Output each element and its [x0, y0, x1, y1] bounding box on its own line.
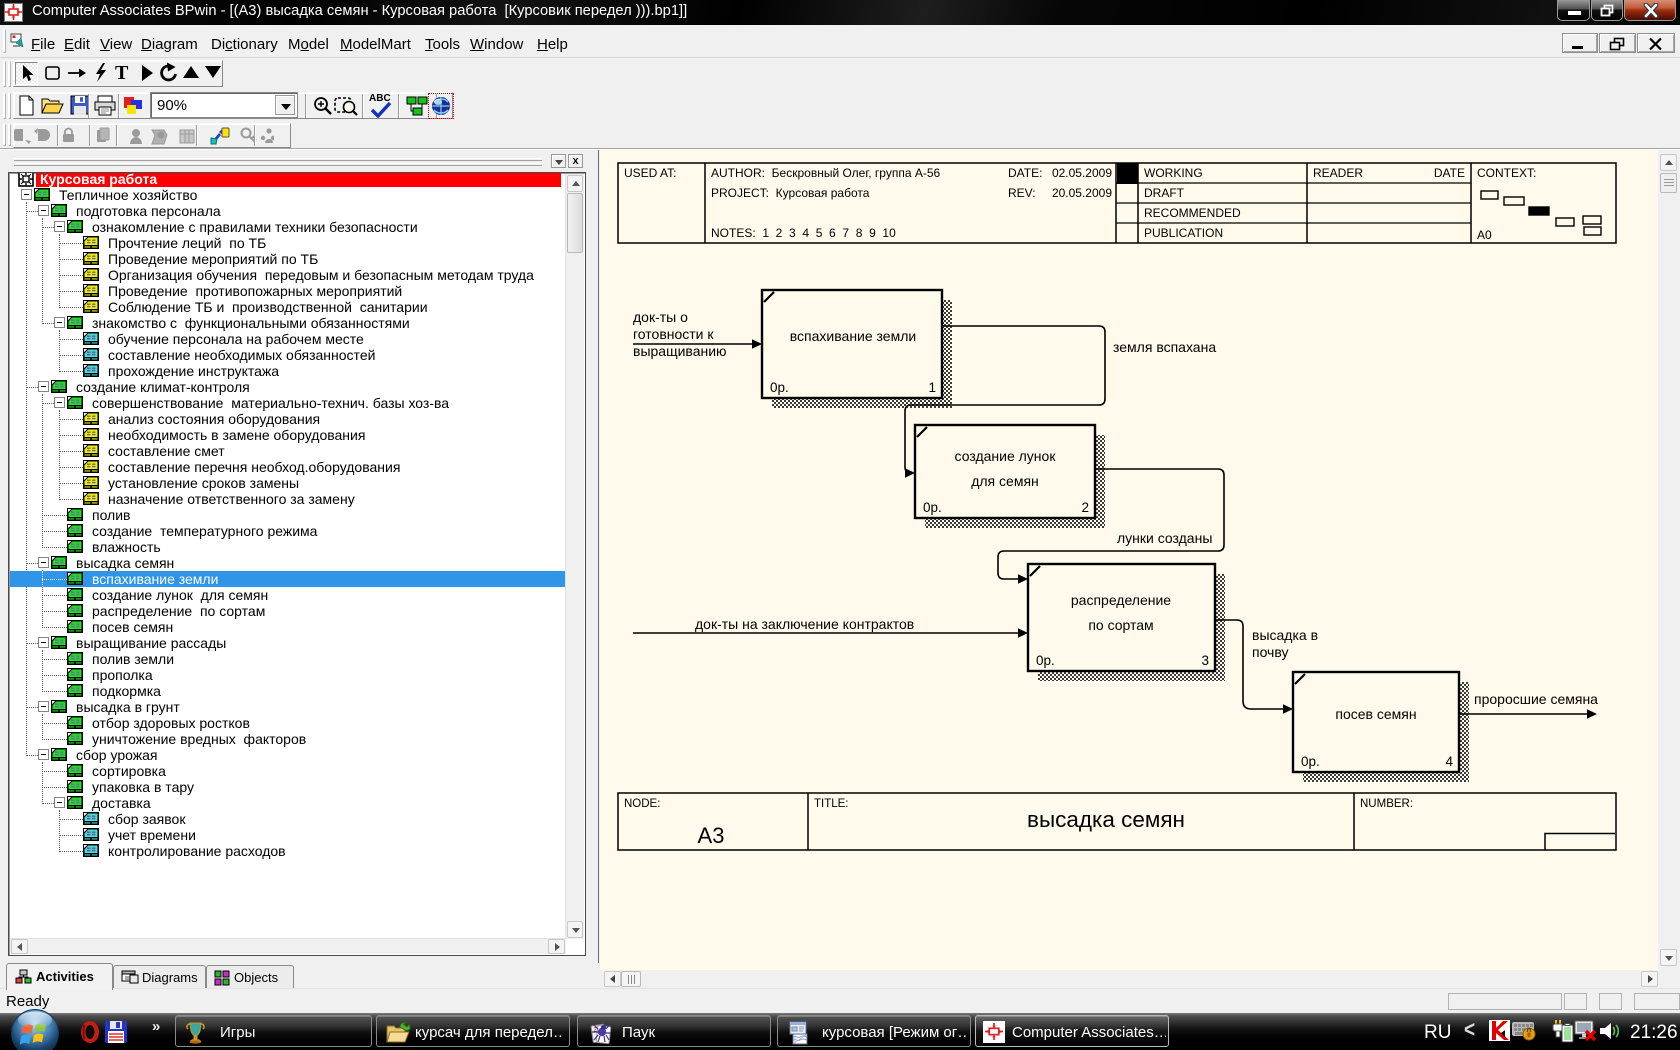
svg-text:DRAFT: DRAFT [1144, 186, 1185, 200]
svg-text:A0: A0 [1477, 228, 1492, 242]
svg-text:DATE: DATE [1434, 166, 1465, 180]
svg-text:почву: почву [1252, 644, 1288, 660]
svg-text:земля вспахана: земля вспахана [1113, 339, 1216, 355]
svg-text:выращиванию: выращиванию [633, 343, 727, 359]
svg-text:PROJECT: Курсовая работа: PROJECT: Курсовая работа [711, 186, 870, 200]
svg-text:CONTEXT:: CONTEXT: [1477, 166, 1536, 180]
svg-text:распределение: распределение [1071, 592, 1171, 608]
svg-text:NOTES: 1 2 3 4 5 6 7 8: NOTES: 1 2 3 4 5 6 7 8 9 10 [711, 226, 896, 240]
svg-text:RECOMMENDED: RECOMMENDED [1144, 206, 1241, 220]
svg-text:готовности к: готовности к [633, 326, 714, 342]
svg-text:READER: READER [1313, 166, 1363, 180]
svg-text:высадка в: высадка в [1252, 627, 1318, 643]
svg-text:проросшие семяна: проросшие семяна [1474, 691, 1598, 707]
svg-text:DATE:: DATE: [1008, 166, 1042, 180]
svg-text:док-ты на заключение контракто: док-ты на заключение контрактов [695, 616, 914, 632]
svg-text:PUBLICATION: PUBLICATION [1144, 226, 1223, 240]
svg-text:0р.: 0р. [1301, 754, 1320, 769]
svg-text:создание лунок: создание лунок [955, 448, 1057, 464]
svg-text:AUTHOR: Бескровный Олег, груп: AUTHOR: Бескровный Олег, группа А-56 [711, 166, 941, 180]
svg-text:20.05.2009: 20.05.2009 [1052, 186, 1112, 200]
svg-text:по сортам: по сортам [1088, 617, 1153, 633]
svg-text:NUMBER:: NUMBER: [1360, 798, 1413, 810]
svg-text:док-ты о: док-ты о [633, 309, 688, 325]
svg-text:TITLE:: TITLE: [814, 798, 849, 810]
svg-text:лунки созданы: лунки созданы [1117, 530, 1212, 546]
svg-text:0р.: 0р. [1036, 653, 1055, 668]
svg-text:посев семян: посев семян [1335, 706, 1416, 722]
svg-text:0р.: 0р. [770, 380, 789, 395]
svg-text:4: 4 [1445, 754, 1453, 769]
svg-text:вспахивание земли: вспахивание земли [790, 328, 916, 344]
svg-text:REV:: REV: [1008, 186, 1036, 200]
svg-text:USED AT:: USED AT: [624, 166, 676, 180]
svg-text:3: 3 [1201, 653, 1209, 668]
svg-text:высадка семян: высадка семян [1027, 807, 1185, 832]
svg-text:!: ! [1528, 1033, 1530, 1039]
svg-text:NODE:: NODE: [624, 798, 660, 810]
svg-text:для семян: для семян [971, 473, 1039, 489]
svg-text:2: 2 [1081, 500, 1089, 515]
svg-text:1: 1 [928, 380, 936, 395]
svg-text:0р.: 0р. [923, 500, 942, 515]
svg-text:02.05.2009: 02.05.2009 [1052, 166, 1112, 180]
svg-text:А3: А3 [698, 823, 725, 848]
svg-text:WORKING: WORKING [1144, 166, 1203, 180]
